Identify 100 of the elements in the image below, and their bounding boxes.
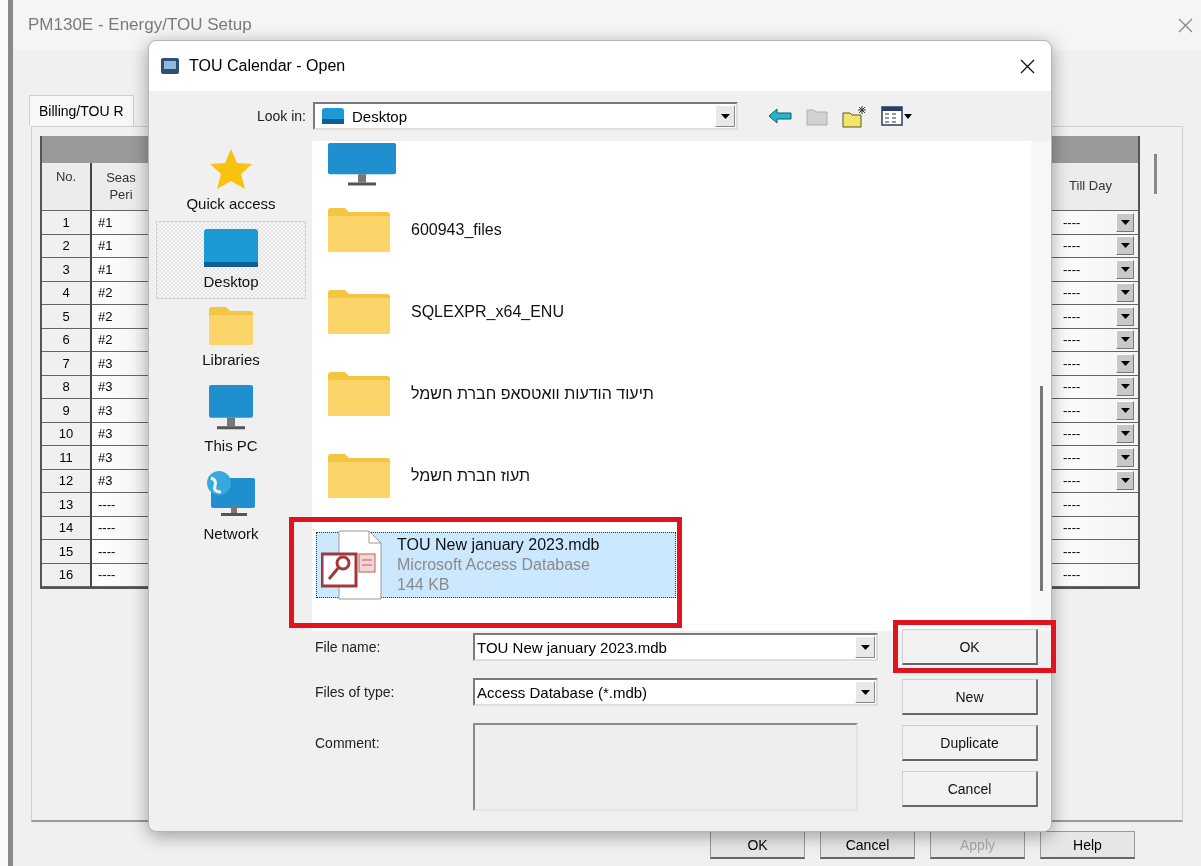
dropdown-button[interactable]	[1116, 377, 1134, 397]
calendar-app-icon	[160, 57, 180, 75]
table-cell: ----	[1063, 567, 1081, 583]
places-item[interactable]: This PC	[156, 377, 306, 463]
caret-icon	[1119, 218, 1131, 226]
file-name-field[interactable]: TOU New january 2023.mdb	[473, 633, 878, 661]
dropdown-button[interactable]	[1116, 236, 1134, 256]
table-cell: 12	[42, 469, 92, 493]
table-cell: #1	[92, 211, 150, 235]
table-cell: 3	[42, 258, 92, 282]
table-cell: #3	[92, 446, 150, 470]
table-cell: ----	[1063, 402, 1081, 418]
dropdown-button[interactable]	[1116, 400, 1134, 420]
back-arrow-icon[interactable]	[768, 108, 792, 124]
table-cell: 15	[42, 540, 92, 564]
comment-label: Comment:	[315, 734, 381, 751]
table-cell: 9	[42, 399, 92, 423]
table-cell: ----	[1063, 285, 1081, 301]
table-cell: 7	[42, 352, 92, 376]
dropdown-button[interactable]	[1116, 259, 1134, 279]
caret-icon	[1119, 265, 1131, 273]
table-cell: 8	[42, 375, 92, 399]
caret-icon	[1119, 312, 1131, 320]
look-in-label: Look in:	[255, 108, 307, 124]
caret-icon	[1119, 242, 1131, 250]
file-list-item[interactable]: TOU New january 2023.mdb Microsoft Access Database 144 KB	[316, 532, 676, 598]
monitor-icon	[208, 384, 254, 432]
table-cell: ----	[1063, 543, 1081, 559]
table-cell: ----	[1063, 308, 1081, 324]
caret-icon	[1119, 477, 1131, 485]
places-item[interactable]: Desktop	[156, 221, 306, 299]
caret-icon	[1119, 406, 1131, 414]
dropdown-button[interactable]	[1116, 447, 1134, 467]
new-folder-icon[interactable]	[842, 104, 867, 128]
table-cell: ----	[1063, 520, 1081, 536]
look-in-dropdown[interactable]: Desktop	[313, 102, 738, 130]
table-cell: 11	[42, 446, 92, 470]
dropdown-button[interactable]	[1116, 471, 1134, 491]
view-menu-icon[interactable]	[881, 106, 913, 126]
comment-field[interactable]	[473, 723, 858, 811]
dialog-button[interactable]: OK	[710, 831, 805, 859]
table-cell: ----	[1063, 426, 1081, 442]
folder-icon	[327, 289, 391, 335]
table-cell: 1	[42, 211, 92, 235]
scrollbar-thumb[interactable]	[1039, 386, 1043, 591]
places-item[interactable]: Network	[156, 463, 306, 551]
dropdown-button[interactable]	[1116, 212, 1134, 232]
access-database-icon	[321, 530, 383, 600]
table-cell: ----	[1063, 473, 1081, 489]
dialog-button[interactable]: Help	[1040, 831, 1135, 859]
scrollbar-thumb[interactable]	[1154, 154, 1157, 194]
dialog-button[interactable]: Duplicate	[902, 725, 1038, 761]
table-cell: ----	[1063, 214, 1081, 230]
table-cell: 5	[42, 305, 92, 329]
caret-icon	[719, 112, 731, 120]
desktop-icon	[203, 228, 259, 268]
table-cell: #2	[92, 305, 150, 329]
table-cell: ----	[1063, 261, 1081, 277]
table-cell: ----	[1063, 379, 1081, 395]
table-cell: ----	[1063, 238, 1081, 254]
table-cell: ----	[1063, 332, 1081, 348]
folder-icon	[327, 453, 391, 499]
places-item[interactable]: Libraries	[156, 299, 306, 377]
table-cell: ----	[92, 493, 150, 517]
column-header: No.	[42, 163, 92, 211]
star-icon	[209, 148, 253, 190]
dropdown-button[interactable]	[1116, 424, 1134, 444]
dialog-button[interactable]: Cancel	[902, 771, 1038, 807]
file-type-dropdown[interactable]: Access Database (*.mdb)	[473, 678, 878, 706]
folder-icon	[327, 371, 391, 417]
dropdown-button[interactable]	[1116, 330, 1134, 350]
table-cell: 10	[42, 422, 92, 446]
table-cell: 6	[42, 328, 92, 352]
folder-icon	[327, 207, 391, 253]
file-list-item[interactable]: תעוז חברת חשמל	[316, 435, 531, 517]
dropdown-button[interactable]	[1116, 306, 1134, 326]
close-icon[interactable]	[1020, 58, 1035, 74]
file-name-label: File name:	[315, 639, 382, 655]
dropdown-button[interactable]	[1116, 353, 1134, 373]
caret-icon	[1119, 453, 1131, 461]
table-cell: 4	[42, 281, 92, 305]
table-cell: 16	[42, 563, 92, 587]
caret-icon	[1119, 359, 1131, 367]
caret-icon	[1119, 383, 1131, 391]
tab[interactable]: Billing/TOU R	[29, 95, 134, 126]
dialog-button[interactable]: Cancel	[820, 831, 915, 859]
table-cell: 13	[42, 493, 92, 517]
dialog-button[interactable]: OK	[902, 629, 1038, 665]
caret-icon	[1119, 430, 1131, 438]
dropdown-button[interactable]	[1116, 283, 1134, 303]
caret-icon	[859, 643, 871, 651]
table-cell: ----	[1063, 355, 1081, 371]
places-item[interactable]: Quick access	[156, 141, 306, 221]
table-cell: 14	[42, 516, 92, 540]
caret-icon	[1119, 336, 1131, 344]
table-cell: ----	[1063, 496, 1081, 512]
file-list-item[interactable]: SQLEXPR_x64_ENU	[316, 271, 565, 353]
file-list-item[interactable]: 600943_files	[316, 189, 503, 271]
dialog-button[interactable]: New	[902, 679, 1038, 715]
file-list-item[interactable]: תיעוד הודעות וואטסאפ חברת חשמל	[316, 353, 655, 435]
